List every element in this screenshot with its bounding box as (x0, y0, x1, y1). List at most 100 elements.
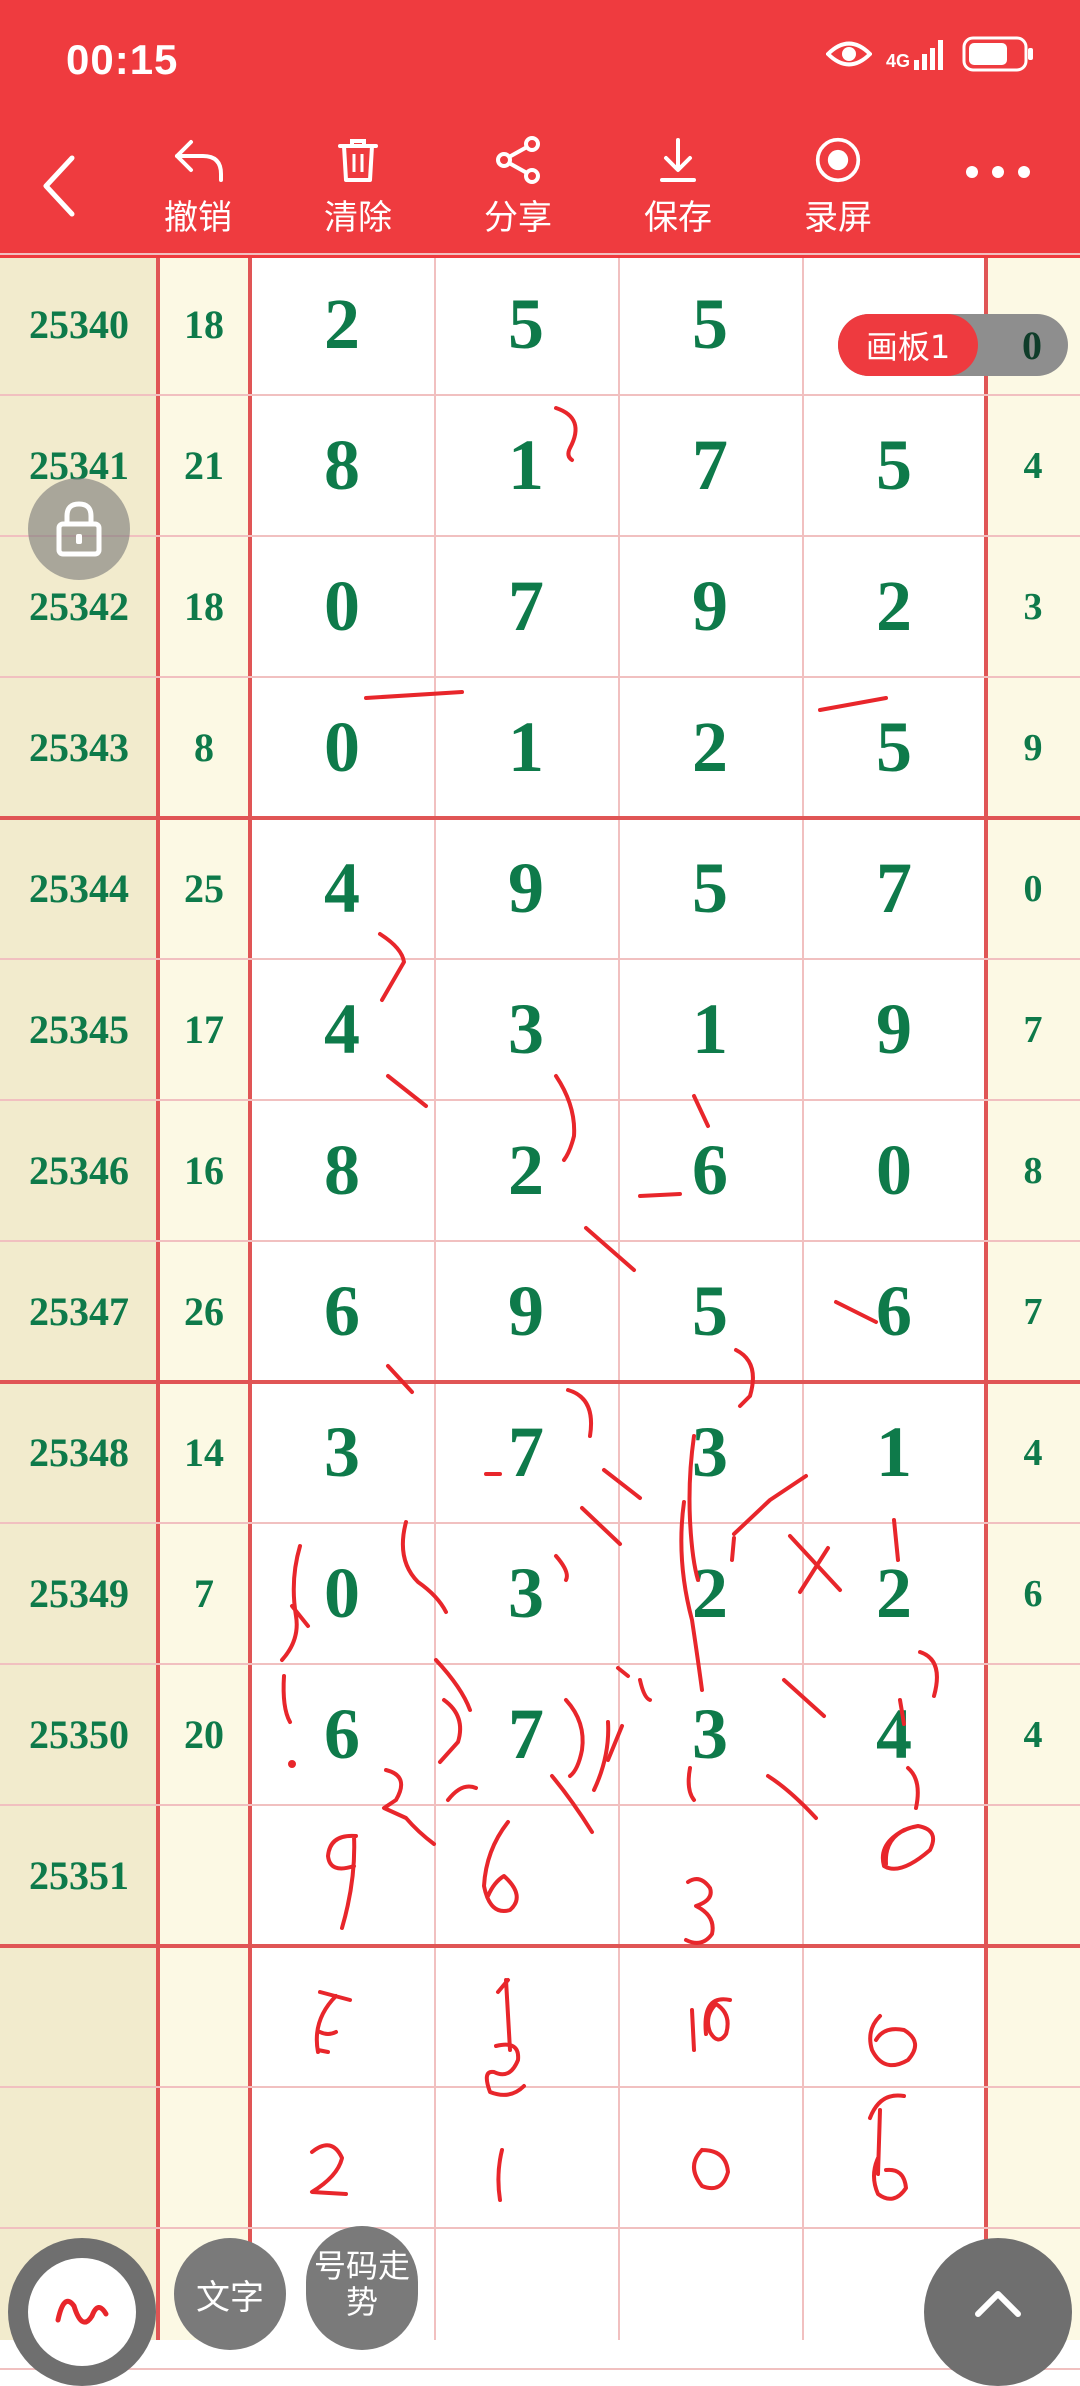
digit-cell: 7 (692, 425, 728, 505)
digit-cell: 1 (692, 989, 728, 1069)
digit-cell (434, 1805, 618, 1946)
digit-cell: 5 (876, 707, 912, 787)
network-indicator: 4G (886, 38, 948, 70)
signal-icon (914, 40, 943, 70)
digit-cell: 3 (692, 1694, 728, 1774)
digit-cell: 0 (324, 1553, 360, 1633)
sum-value: 14 (184, 1430, 224, 1475)
undo-label: 撤销 (164, 198, 232, 238)
issue-number: 25340 (29, 302, 129, 347)
tail-value: 9 (1023, 726, 1043, 769)
digit-cell: 6 (324, 1271, 360, 1351)
issue-number: 25348 (29, 1430, 129, 1475)
sum-value (158, 1805, 250, 1946)
digit-cell: 8 (324, 425, 360, 505)
grid-hline (0, 2086, 1080, 2088)
sum-value: 20 (184, 1712, 224, 1757)
more-icon[interactable] (966, 166, 1030, 178)
digit-cell: 3 (324, 1412, 360, 1492)
clear-label: 清除 (324, 198, 392, 238)
issue-number: 25344 (29, 866, 129, 911)
sum-value: 18 (184, 584, 224, 629)
top-toolbar: 00:15 4G 撤销 清除 分享 保存 录屏 (0, 0, 1080, 258)
board-label[interactable]: 画板1 (838, 314, 978, 376)
grid-hline (0, 2227, 1080, 2229)
record-icon (815, 137, 861, 183)
digit-cell: 7 (508, 1694, 544, 1774)
sum-value: 21 (184, 443, 224, 488)
sum-value: 25 (184, 866, 224, 911)
sum-value: 7 (194, 1571, 214, 1616)
digit-cell: 1 (508, 707, 544, 787)
lock-button[interactable] (28, 478, 130, 580)
tail-value: 7 (1023, 1008, 1043, 1051)
clear-button[interactable]: 清除 (298, 136, 418, 239)
undo-button[interactable]: 撤销 (138, 136, 258, 239)
digit-cell: 3 (508, 989, 544, 1069)
digit-cell: 3 (508, 1553, 544, 1633)
status-icons: 4G (825, 36, 1034, 72)
digit-cell: 9 (692, 566, 728, 646)
issue-number: 25350 (29, 1712, 129, 1757)
scroll-top-button[interactable] (924, 2238, 1072, 2386)
sum-value: 8 (194, 725, 214, 770)
number-trend-button[interactable]: 号码走势 (306, 2226, 418, 2350)
board-value: 0 (1022, 322, 1042, 368)
lock-icon (56, 501, 102, 557)
pen-wave-icon (55, 2298, 109, 2325)
record-label: 录屏 (804, 198, 872, 238)
digit-cell (802, 1805, 986, 1946)
digit-cell: 2 (876, 566, 912, 646)
tail-value: 3 (1023, 585, 1043, 628)
pen-tool-button[interactable] (8, 2238, 156, 2386)
status-time: 00:15 (66, 36, 179, 83)
board-selector[interactable]: 画板1 0 (838, 314, 1068, 376)
trash-icon (338, 139, 378, 182)
digit-cell: 4 (324, 848, 360, 928)
sum-value: 18 (184, 302, 224, 347)
issue-number: 25346 (29, 1148, 129, 1193)
digit-cell: 5 (692, 848, 728, 928)
back-icon[interactable] (36, 150, 84, 222)
digit-cell: 5 (508, 284, 544, 364)
digit-cell: 7 (876, 848, 912, 928)
issue-number: 25345 (29, 1007, 129, 1052)
digit-cell: 2 (508, 1130, 544, 1210)
digit-cell: 0 (876, 1130, 912, 1210)
undo-icon (175, 140, 223, 182)
record-button[interactable]: 录屏 (778, 136, 898, 239)
network-type: 4G (885, 51, 910, 71)
issue-number: 25343 (29, 725, 129, 770)
tail-value: 4 (1023, 444, 1043, 487)
lottery-trend-grid[interactable]: 25340 18 2 5 5 25341 21 8 1 7 5 4 25342 18 0 7 9 2 3 25343 8… (0, 253, 1080, 2370)
tail-value: 8 (1023, 1149, 1043, 1192)
digit-cell: 9 (508, 848, 544, 928)
digit-cell: 9 (876, 989, 912, 1069)
digit-cell: 4 (876, 1694, 912, 1774)
digit-cell: 7 (508, 1412, 544, 1492)
digit-cell: 0 (324, 566, 360, 646)
issue-number: 25351 (29, 1853, 129, 1898)
tail-value: 4 (1023, 1713, 1043, 1756)
tail-value: 4 (1023, 1431, 1043, 1474)
tail-value: 0 (1023, 867, 1043, 910)
sum-value: 16 (184, 1148, 224, 1193)
text-tool-button[interactable]: 文字 (174, 2238, 286, 2350)
share-button[interactable]: 分享 (458, 136, 578, 239)
digit-cell: 1 (876, 1412, 912, 1492)
chevron-up-icon (975, 2291, 1021, 2317)
save-button[interactable]: 保存 (618, 136, 738, 239)
digit-cell: 6 (324, 1694, 360, 1774)
digit-cell: 2 (692, 1553, 728, 1633)
issue-number: 25349 (29, 1571, 129, 1616)
digit-cell: 5 (876, 425, 912, 505)
digit-cell: 8 (324, 1130, 360, 1210)
share-icon (496, 136, 540, 184)
share-label: 分享 (484, 198, 552, 238)
digit-cell: 4 (324, 989, 360, 1069)
tail-value (986, 1805, 1080, 1946)
digit-cell: 0 (324, 707, 360, 787)
tail-value: 6 (1023, 1572, 1043, 1615)
digit-cell: 2 (876, 1553, 912, 1633)
issue-number: 25347 (29, 1289, 129, 1334)
